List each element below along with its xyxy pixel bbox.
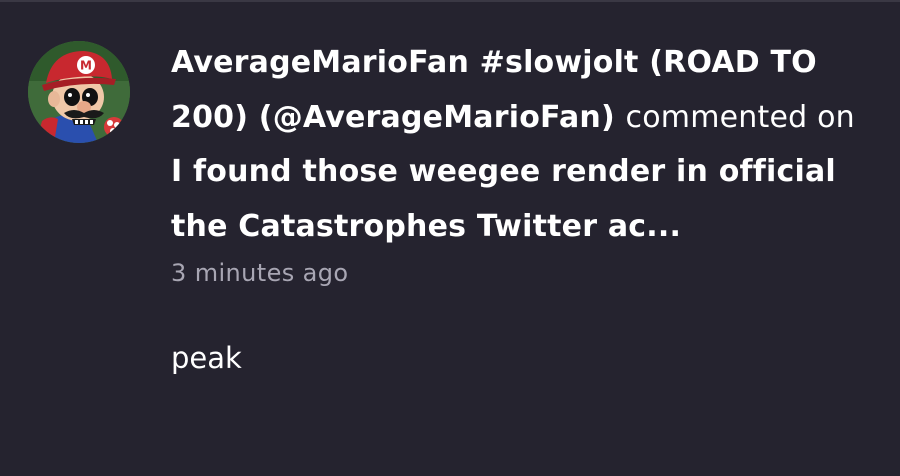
timestamp: 3 minutes ago <box>171 259 349 287</box>
top-divider <box>0 0 900 2</box>
post-title-link[interactable]: I found those weegee render in official … <box>171 154 836 244</box>
user-handle-link[interactable]: (@AverageMarioFan) <box>259 100 615 135</box>
action-text: commented on <box>625 99 855 135</box>
user-avatar[interactable]: M <box>28 41 130 143</box>
notification-content: AverageMarioFan #slowjolt (ROAD TO 200) … <box>171 36 871 378</box>
svg-text:M: M <box>80 59 92 73</box>
notification-headline: AverageMarioFan #slowjolt (ROAD TO 200) … <box>171 36 871 254</box>
mario-avatar-icon: M <box>28 41 130 143</box>
comment-text[interactable]: peak <box>171 338 871 378</box>
